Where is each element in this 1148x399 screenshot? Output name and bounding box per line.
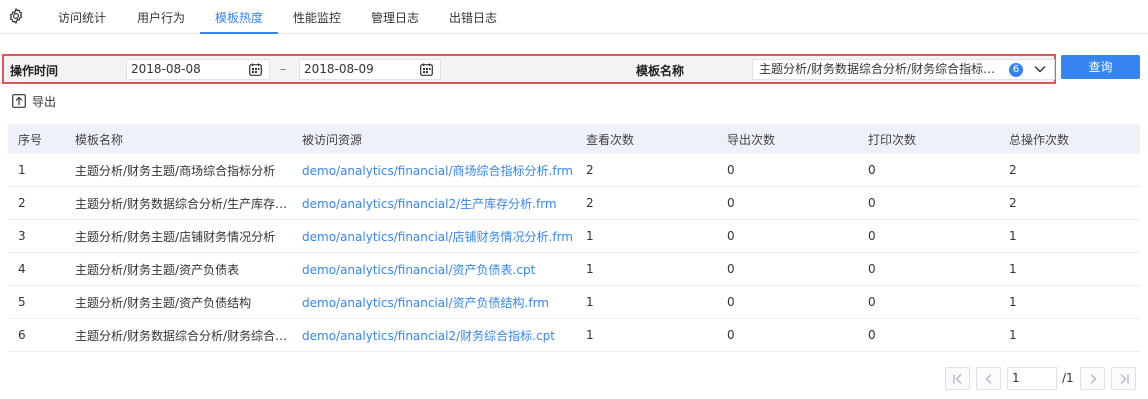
- cell-index: 3: [18, 229, 26, 243]
- tab-management-log[interactable]: 管理日志: [371, 9, 419, 26]
- cell-view-count: 1: [586, 229, 594, 243]
- header-resource: 被访问资源: [302, 132, 363, 147]
- table-body: 1 主题分析/财务主题/商场综合指标分析 demo/analytics/financ…: [8, 154, 1140, 352]
- template-name-select[interactable]: 主题分析/财务数据综合分析/财务综合指标… 6: [752, 59, 1055, 80]
- cell-index: 4: [18, 262, 26, 276]
- table-header: 序号 模板名称 被访问资源 查看次数 导出次数 打印次数 总操作次数: [8, 124, 1140, 154]
- cell-template-name: 主题分析/财务主题/资产负债表: [75, 262, 240, 277]
- cell-total-count: 1: [1009, 262, 1017, 276]
- chevron-down-icon[interactable]: [1034, 64, 1046, 74]
- start-date-value: 2018-08-08: [131, 62, 201, 76]
- cell-view-count: 1: [586, 262, 594, 276]
- page-total: /1: [1062, 371, 1074, 385]
- table-row: 4 主题分析/财务主题/资产负债表 demo/analytics/financial…: [8, 253, 1140, 286]
- cell-index: 1: [18, 163, 26, 177]
- prev-page-button[interactable]: [976, 367, 1001, 390]
- gear-icon[interactable]: [7, 7, 25, 25]
- tab-template-popularity[interactable]: 模板热度: [215, 9, 263, 26]
- top-nav-bar: 访问统计 用户行为 模板热度 性能监控 管理日志 出错日志: [0, 0, 1148, 34]
- cell-resource-link[interactable]: demo/analytics/financial/商场综合指标分析.frm: [302, 154, 580, 186]
- tab-user-behavior[interactable]: 用户行为: [137, 9, 185, 26]
- cell-total-count: 2: [1009, 163, 1017, 177]
- cell-index: 2: [18, 196, 26, 210]
- table-row: 3 主题分析/财务主题/店铺财务情况分析 demo/analytics/financ…: [8, 220, 1140, 253]
- template-popularity-table: 序号 模板名称 被访问资源 查看次数 导出次数 打印次数 总操作次数 1 主题分析…: [8, 124, 1140, 352]
- cell-total-count: 1: [1009, 295, 1017, 309]
- cell-export-count: 0: [727, 295, 735, 309]
- cell-template-name: 主题分析/财务主题/店铺财务情况分析: [75, 229, 276, 244]
- export-icon: [12, 94, 26, 108]
- header-export-count: 导出次数: [727, 132, 776, 147]
- cell-template-name: 主题分析/财务数据综合分析/生产库存…: [75, 196, 288, 211]
- cell-export-count: 0: [727, 328, 735, 342]
- cell-resource-link[interactable]: demo/analytics/financial/店铺财务情况分析.frm: [302, 220, 580, 252]
- cell-view-count: 1: [586, 295, 594, 309]
- cell-print-count: 0: [868, 328, 876, 342]
- last-page-icon: [1120, 374, 1129, 384]
- cell-template-name: 主题分析/财务主题/资产负债结构: [75, 295, 252, 310]
- template-select-value: 主题分析/财务数据综合分析/财务综合指标…: [759, 62, 996, 76]
- cell-print-count: 0: [868, 163, 876, 177]
- header-index: 序号: [18, 132, 43, 147]
- next-page-icon: [1090, 374, 1097, 384]
- page-number-input[interactable]: 1: [1007, 367, 1057, 390]
- export-label: 导出: [32, 95, 57, 109]
- end-date-input[interactable]: 2018-08-09: [299, 59, 441, 80]
- prev-page-icon: [985, 374, 992, 384]
- calendar-icon[interactable]: [420, 63, 433, 76]
- template-name-label: 模板名称: [636, 64, 685, 78]
- cell-total-count: 2: [1009, 196, 1017, 210]
- cell-index: 5: [18, 295, 26, 309]
- last-page-button[interactable]: [1111, 367, 1136, 390]
- cell-resource-link[interactable]: demo/analytics/financial2/生产库存分析.frm: [302, 187, 580, 219]
- next-page-button[interactable]: [1080, 367, 1105, 390]
- table-row: 6 主题分析/财务数据综合分析/财务综合… demo/analytics/finan…: [8, 319, 1140, 352]
- cell-export-count: 0: [727, 163, 735, 177]
- cell-print-count: 0: [868, 196, 876, 210]
- cell-print-count: 0: [868, 295, 876, 309]
- cell-print-count: 0: [868, 262, 876, 276]
- cell-print-count: 0: [868, 229, 876, 243]
- cell-index: 6: [18, 328, 26, 342]
- cell-export-count: 0: [727, 229, 735, 243]
- cell-view-count: 1: [586, 328, 594, 342]
- cell-template-name: 主题分析/财务主题/商场综合指标分析: [75, 163, 276, 178]
- active-tab-indicator: [200, 32, 278, 34]
- cell-view-count: 2: [586, 196, 594, 210]
- header-total-count: 总操作次数: [1009, 132, 1070, 147]
- cell-view-count: 2: [586, 163, 594, 177]
- cell-export-count: 0: [727, 262, 735, 276]
- cell-resource-link[interactable]: demo/analytics/financial/资产负债表.cpt: [302, 253, 580, 285]
- cell-total-count: 1: [1009, 328, 1017, 342]
- cell-export-count: 0: [727, 196, 735, 210]
- end-date-value: 2018-08-09: [304, 62, 374, 76]
- table-row: 2 主题分析/财务数据综合分析/生产库存… demo/analytics/finan…: [8, 187, 1140, 220]
- header-template-name: 模板名称: [75, 132, 124, 147]
- cell-total-count: 1: [1009, 229, 1017, 243]
- cell-resource-link[interactable]: demo/analytics/financial/资产负债结构.frm: [302, 286, 580, 318]
- table-row: 5 主题分析/财务主题/资产负债结构 demo/analytics/financia…: [8, 286, 1140, 319]
- filter-bar: 操作时间 2018-08-08 – 2018-08-09 模板名称 主题分析/财…: [2, 54, 1056, 84]
- selected-count-badge: 6: [1009, 63, 1023, 77]
- calendar-icon[interactable]: [249, 63, 262, 76]
- first-page-button[interactable]: [945, 367, 970, 390]
- table-row: 1 主题分析/财务主题/商场综合指标分析 demo/analytics/financ…: [8, 154, 1140, 187]
- cell-resource-link[interactable]: demo/analytics/financial2/财务综合指标.cpt: [302, 319, 580, 351]
- operation-time-label: 操作时间: [10, 64, 59, 78]
- tab-visit-stats[interactable]: 访问统计: [58, 9, 106, 26]
- header-view-count: 查看次数: [586, 132, 635, 147]
- date-range-separator: –: [280, 62, 286, 76]
- tab-performance-monitor[interactable]: 性能监控: [293, 9, 341, 26]
- tab-error-log[interactable]: 出错日志: [449, 9, 497, 26]
- first-page-icon: [953, 374, 962, 384]
- query-button[interactable]: 查询: [1061, 55, 1140, 79]
- cell-template-name: 主题分析/财务数据综合分析/财务综合…: [75, 328, 288, 343]
- start-date-input[interactable]: 2018-08-08: [126, 59, 270, 80]
- header-print-count: 打印次数: [868, 132, 917, 147]
